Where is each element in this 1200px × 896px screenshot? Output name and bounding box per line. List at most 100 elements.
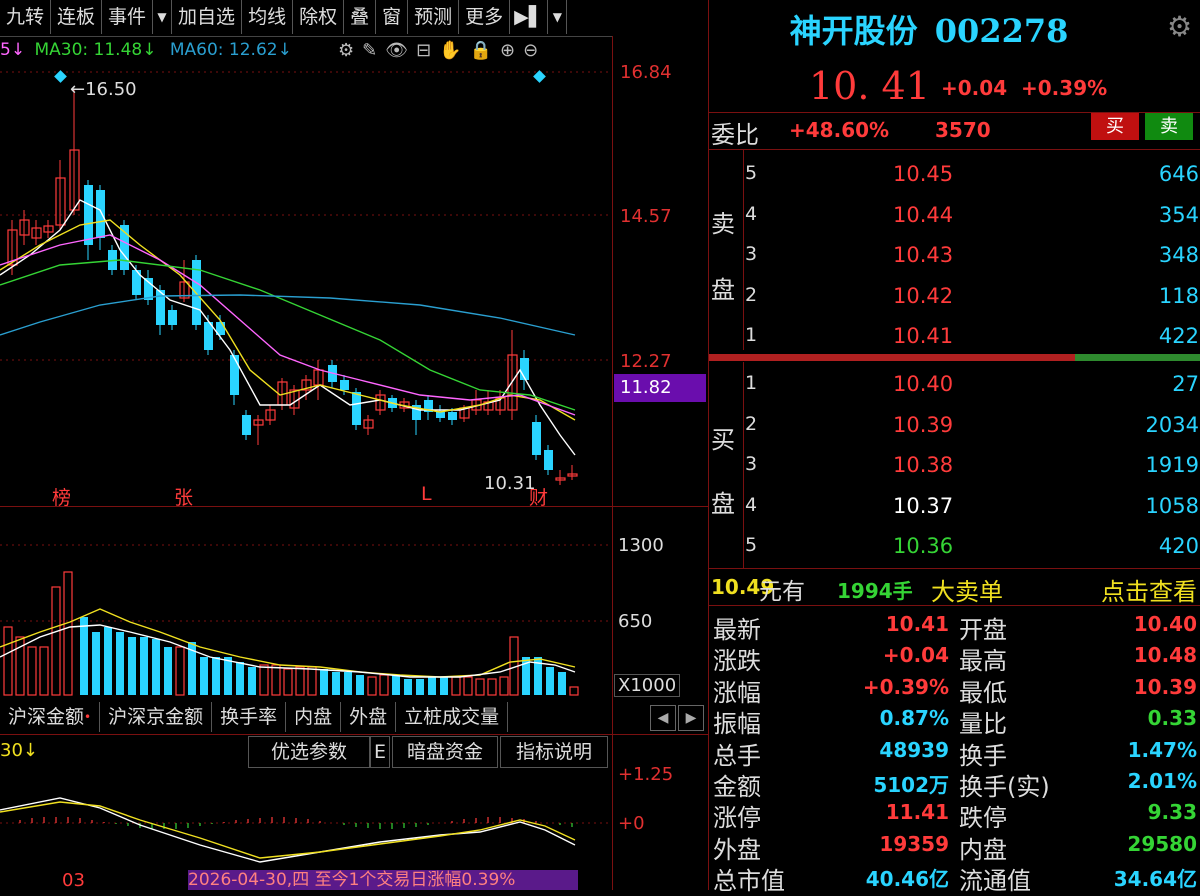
sell-order-row-2[interactable]: 2 10.42 118 <box>745 274 1200 314</box>
indicator-axis-top: +1.25 <box>618 764 674 785</box>
buy-order-row-3[interactable]: 3 10.38 1919 <box>745 443 1200 483</box>
toolbar-dropdown-events[interactable]: ▼ <box>153 0 173 34</box>
scroll-left-button[interactable]: ◀ <box>650 705 676 731</box>
sell-order-row-4[interactable]: 4 10.44 354 <box>745 193 1200 233</box>
ma30-label: MA30: 11.48↓ <box>34 40 157 60</box>
sell-order-row-3[interactable]: 3 10.43 348 <box>745 233 1200 273</box>
volume-bar <box>104 627 112 695</box>
sell-side-label-1: 卖 <box>711 210 735 238</box>
volume-bar <box>51 586 61 696</box>
toolbar-btn-forecast[interactable]: 预测 <box>408 0 460 34</box>
order-level: 3 <box>745 453 758 475</box>
volume-chart[interactable] <box>0 507 612 699</box>
volume-bar <box>27 646 37 696</box>
candle-body <box>340 380 349 390</box>
zoom-out-icon[interactable]: ⊖ <box>523 40 538 61</box>
toolbar-btn-overlay[interactable]: 叠 <box>344 0 377 34</box>
volume-bar <box>152 639 160 695</box>
volume-bar <box>295 666 305 696</box>
dark-pool-funds-button[interactable]: 暗盘资金 <box>392 736 498 768</box>
buy-order-row-5[interactable]: 5 10.36 420 <box>745 524 1200 564</box>
candlestick-chart[interactable] <box>0 60 612 506</box>
volume-bar <box>332 672 340 695</box>
toolbar-btn-jiuzhuan[interactable]: 九转 <box>0 0 52 34</box>
price-axis-label-2: 14.57 <box>620 206 672 227</box>
order-level: 4 <box>745 202 758 225</box>
volume-bar <box>116 632 124 695</box>
volume-bar <box>164 647 172 695</box>
tab-turnover[interactable]: 换手率 <box>212 702 287 732</box>
order-price: 10.45 <box>893 162 954 186</box>
settings-icon[interactable]: ⚙ <box>1167 10 1192 43</box>
tab-inner[interactable]: 内盘 <box>286 702 342 732</box>
marker-cai[interactable]: 财 <box>529 483 548 510</box>
stat-value: 11.41 <box>885 800 949 825</box>
order-volume: 354 <box>1158 202 1199 227</box>
toolbar-btn-add-watchlist[interactable]: 加自选 <box>172 0 243 34</box>
sell-order-row-1[interactable]: 1 10.41 422 <box>745 314 1200 354</box>
tab-hsj-amount[interactable]: 沪深京金额 <box>100 702 213 732</box>
tab-outer[interactable]: 外盘 <box>341 702 397 732</box>
toolbar-btn-window[interactable]: 窗 <box>376 0 409 34</box>
tab-hs-amount[interactable]: 沪深金额• <box>0 702 101 732</box>
tab-volume-pile[interactable]: 立桩成交量 <box>396 702 509 732</box>
marker-bang[interactable]: 榜 <box>52 483 71 510</box>
toolbar-dropdown-more[interactable]: ▼ <box>548 0 568 34</box>
toolbar-btn-exright[interactable]: 除权 <box>293 0 345 34</box>
indicator-e-button[interactable]: E <box>370 736 390 768</box>
toolbox-icon[interactable]: ⊟ <box>416 40 431 61</box>
toolbar-btn-next[interactable]: ▶▌ <box>510 0 549 34</box>
zoom-in-icon[interactable]: ⊕ <box>500 40 515 61</box>
toolbar-btn-ma[interactable]: 均线 <box>242 0 294 34</box>
volume-bar <box>3 626 13 696</box>
toolbar-btn-lianban[interactable]: 连板 <box>51 0 103 34</box>
marker-l[interactable]: L <box>421 483 432 505</box>
stat-value: +0.39% <box>862 674 949 699</box>
price-change: +0.04 <box>941 76 1008 100</box>
indicator-chart[interactable] <box>0 770 612 870</box>
high-annotation: ←16.50 <box>70 79 137 100</box>
volume-unit-label: X1000 <box>614 674 681 697</box>
stat-value: 2.01% <box>1127 769 1197 793</box>
stat-value: 10.39 <box>1133 674 1197 699</box>
order-ratio-label: 委比 <box>711 121 759 149</box>
scroll-right-button[interactable]: ▶ <box>678 705 704 731</box>
lock-icon[interactable]: 🔒 <box>470 40 492 61</box>
indicator-help-button[interactable]: 指标说明 <box>500 736 608 768</box>
buy-order-row-2[interactable]: 2 10.39 2034 <box>745 403 1200 443</box>
sell-button[interactable]: 卖 <box>1145 113 1193 140</box>
volume-bar <box>558 672 566 695</box>
buy-order-row-4[interactable]: 4 10.37 1058 <box>745 484 1200 524</box>
order-ratio-diff: 3570 <box>935 118 991 142</box>
buy-order-row-1[interactable]: 1 10.40 27 <box>745 362 1200 402</box>
volume-bar <box>271 664 281 696</box>
volume-bar <box>307 666 317 696</box>
stat-value: 10.41 <box>885 612 949 636</box>
hand-icon[interactable]: ✋ <box>439 40 461 61</box>
order-level: 2 <box>745 412 758 435</box>
buy-button[interactable]: 买 <box>1091 113 1139 140</box>
toolbar-btn-events[interactable]: 事件 <box>102 0 154 34</box>
order-volume: 27 <box>1172 372 1199 396</box>
stat-value: 48939 <box>879 737 949 762</box>
volume-bar <box>569 686 579 696</box>
stat-value: 0.33 <box>1147 706 1197 731</box>
order-volume: 422 <box>1158 324 1199 348</box>
settings-icon[interactable]: ⚙ <box>338 40 354 61</box>
order-price: 10.36 <box>893 534 954 558</box>
big-order-view-link[interactable]: 点击查看 <box>1101 572 1197 607</box>
stock-title: 神开股份 002278 <box>709 6 1149 52</box>
order-price: 10.43 <box>893 243 954 267</box>
stat-row: 外盘 19359 内盘 29580 <box>709 828 1200 864</box>
sell-order-row-5[interactable]: 5 10.45 646 <box>745 152 1200 192</box>
volume-bar <box>236 662 244 695</box>
stock-code: 002278 <box>934 12 1069 50</box>
eye-icon[interactable]: 👁 <box>385 40 408 61</box>
volume-bar <box>200 657 208 695</box>
marker-zhang[interactable]: 张 <box>174 483 193 510</box>
candle-body <box>532 422 541 455</box>
toolbar-btn-more[interactable]: 更多 <box>459 0 511 34</box>
optimize-params-button[interactable]: 优选参数 <box>248 736 370 768</box>
stat-value: 19359 <box>879 831 949 856</box>
brush-icon[interactable]: ✎ <box>362 40 377 61</box>
